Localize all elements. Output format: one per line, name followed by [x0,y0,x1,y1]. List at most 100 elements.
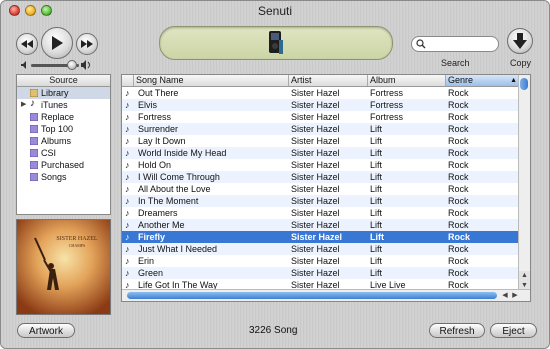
playlist-icon [30,149,38,157]
scroll-up-arrow-icon[interactable]: ▲ [519,271,530,281]
table-row[interactable]: ♪ Hold On Sister Hazel Lift Rock [122,159,530,171]
ipod-icon [269,31,283,54]
music-note-icon: ♪ [125,160,130,170]
search-input[interactable] [428,38,494,50]
search-label: Search [441,58,470,68]
copy-label: Copy [510,58,532,68]
previous-track-button[interactable] [16,33,38,55]
refresh-button[interactable]: Refresh [429,323,485,338]
volume-low-icon [21,61,26,69]
sort-ascending-icon: ▲ [510,77,517,84]
column-header-genre-label: Genre [448,75,474,85]
song-count-status: 3226 Song [249,325,298,336]
cell-artist: Sister Hazel [291,220,340,230]
album-art-title: SISTER HAZEL [56,236,98,242]
table-row[interactable]: ♪ Firefly Sister Hazel Lift Rock [122,231,530,243]
cell-song: Dreamers [138,208,178,218]
table-row[interactable]: ♪ Fortress Sister Hazel Fortress Rock [122,111,530,123]
vertical-scroll-thumb[interactable] [520,78,528,90]
table-row[interactable]: ♪ Dreamers Sister Hazel Lift Rock [122,207,530,219]
scroll-left-arrow-icon[interactable]: ◀ [500,290,510,301]
source-item-csi[interactable]: CSI [17,147,110,159]
music-note-icon: ♪ [125,220,130,230]
fast-forward-icon [81,40,93,48]
disclosure-triangle-icon[interactable]: ▶ [21,99,26,111]
next-track-button[interactable] [76,33,98,55]
title-bar[interactable]: Senuti [1,1,549,21]
volume-slider-knob[interactable] [67,60,77,70]
cell-song: I Will Come Through [138,172,220,182]
source-item-replace[interactable]: Replace [17,111,110,123]
source-item-label: Library [41,88,69,98]
cell-genre: Rock [448,160,469,170]
cell-album: Lift [370,160,383,170]
cell-artist: Sister Hazel [291,136,340,146]
play-icon [52,36,63,50]
cell-album: Lift [370,184,383,194]
cell-artist: Sister Hazel [291,160,340,170]
cell-album: Lift [370,124,383,134]
cell-song: Firefly [138,232,166,242]
vertical-scrollbar[interactable]: ▲ ▼ [518,75,530,301]
search-field[interactable] [411,36,499,52]
table-row[interactable]: ♪ Another Me Sister Hazel Lift Rock [122,219,530,231]
cell-artist: Sister Hazel [291,100,340,110]
playlist-icon [30,113,38,121]
play-button[interactable] [41,27,73,59]
cell-song: Surrender [138,124,179,134]
table-row[interactable]: ♪ All About the Love Sister Hazel Lift Rock [122,183,530,195]
column-header-album[interactable]: Album [368,75,446,86]
cell-artist: Sister Hazel [291,232,343,242]
cell-song: Just What I Needed [138,244,218,254]
table-row[interactable]: ♪ Elvis Sister Hazel Fortress Rock [122,99,530,111]
table-row[interactable]: ♪ I Will Come Through Sister Hazel Lift Rock [122,171,530,183]
music-note-icon: ♪ [125,208,130,218]
cell-song: In The Moment [138,196,199,206]
music-note-icon: ♪ [125,124,130,134]
cell-song: All About the Love [138,184,211,194]
playlist-icon [30,125,38,133]
artwork-button[interactable]: Artwork [17,323,75,338]
source-item-itunes[interactable]: ▶ ♪ iTunes [17,98,110,111]
column-header-genre[interactable]: Genre ▲ [446,75,521,86]
music-note-icon: ♪ [30,98,35,109]
table-row[interactable]: ♪ Surrender Sister Hazel Lift Rock [122,123,530,135]
close-window-button[interactable] [9,5,20,16]
zoom-window-button[interactable] [41,5,52,16]
column-header-artist[interactable]: Artist [289,75,368,86]
source-list: Source Library ▶ ♪ iTunes Replace Top 10… [16,74,111,215]
column-header-song-name[interactable]: Song Name [134,75,289,86]
cell-artist: Sister Hazel [291,268,340,278]
cell-album: Lift [370,172,383,182]
table-row[interactable]: ♪ World Inside My Head Sister Hazel Lift Roc… [122,147,530,159]
music-note-icon: ♪ [125,136,130,146]
table-row[interactable]: ♪ Just What I Needed Sister Hazel Lift Rock [122,243,530,255]
scroll-right-arrow-icon[interactable]: ▶ [510,290,520,301]
minimize-window-button[interactable] [25,5,36,16]
table-row[interactable]: ♪ In The Moment Sister Hazel Lift Rock [122,195,530,207]
cell-song: Erin [138,256,155,266]
cell-album: Fortress [370,88,404,98]
cell-artist: Sister Hazel [291,244,340,254]
table-row[interactable]: ♪ Out There Sister Hazel Fortress Rock [122,87,530,99]
cell-artist: Sister Hazel [291,148,340,158]
music-note-icon: ♪ [125,112,130,122]
table-row[interactable]: ♪ Green Sister Hazel Lift Rock [122,267,530,279]
horizontal-scroll-thumb[interactable] [127,292,497,299]
source-item-top-100[interactable]: Top 100 [17,123,110,135]
cell-artist: Sister Hazel [291,172,340,182]
cell-genre: Rock [448,256,469,266]
cell-album: Lift [370,244,383,254]
source-item-purchased[interactable]: Purchased [17,159,110,171]
search-icon [416,39,426,49]
cell-genre: Rock [448,136,469,146]
horizontal-scrollbar[interactable]: ◀ ▶ [122,289,530,301]
cell-genre: Rock [448,100,469,110]
table-row[interactable]: ♪ Erin Sister Hazel Lift Rock [122,255,530,267]
eject-button[interactable]: Eject [490,323,537,338]
copy-button[interactable] [507,28,533,54]
table-row[interactable]: ♪ Lay It Down Sister Hazel Lift Rock [122,135,530,147]
music-note-icon: ♪ [125,244,130,254]
source-item-songs[interactable]: Songs [17,171,110,183]
source-item-albums[interactable]: Albums [17,135,110,147]
